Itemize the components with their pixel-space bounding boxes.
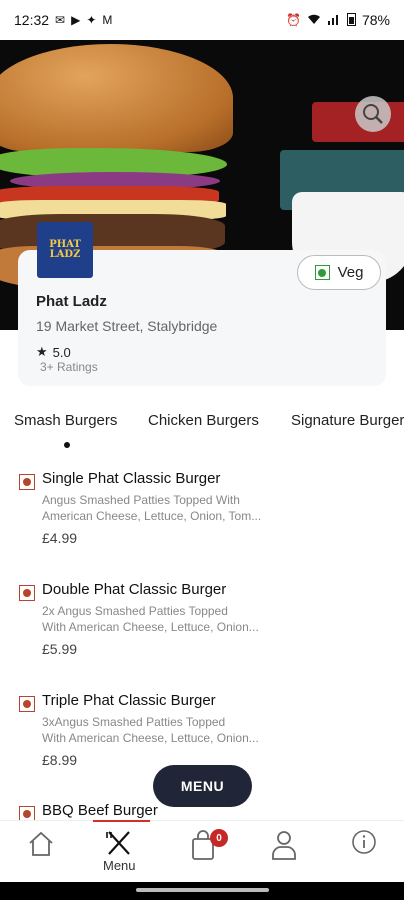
- nav-home[interactable]: [26, 829, 56, 859]
- veg-icon: [314, 265, 330, 280]
- home-gesture-handle[interactable]: [136, 888, 269, 892]
- sms-icon: ✉: [55, 13, 66, 27]
- active-tab-indicator: [64, 442, 70, 448]
- restaurant-name: Phat Ladz: [36, 293, 107, 310]
- tab-smash-burgers[interactable]: Smash Burgers: [14, 412, 117, 429]
- mail-icon: M: [102, 13, 113, 27]
- item-name: Single Phat Classic Burger: [42, 470, 221, 487]
- menu-item[interactable]: Double Phat Classic Burger 2x Angus Smas…: [0, 581, 404, 661]
- veg-toggle-button[interactable]: Veg: [297, 255, 381, 290]
- item-price: £8.99: [42, 752, 78, 768]
- item-description: Angus Smashed Patties Topped With Americ…: [42, 493, 262, 523]
- nonveg-icon: [19, 474, 35, 490]
- nav-menu-label: Menu: [103, 858, 136, 873]
- restaurant-rating: ★ 5.0: [36, 344, 71, 360]
- tab-chicken-burgers[interactable]: Chicken Burgers: [148, 412, 259, 429]
- status-right: ⏰ 78%: [286, 12, 390, 29]
- nav-profile[interactable]: [270, 829, 298, 861]
- item-name: Triple Phat Classic Burger: [42, 692, 216, 709]
- active-nav-indicator: [93, 820, 150, 822]
- app-icon: ✦: [86, 13, 97, 27]
- menu-floating-button[interactable]: MENU: [153, 765, 252, 807]
- star-icon: ★: [36, 344, 48, 359]
- item-description: 2x Angus Smashed Patties Topped With Ame…: [42, 604, 259, 634]
- item-name: Double Phat Classic Burger: [42, 581, 227, 598]
- signal-icon: [327, 13, 341, 28]
- home-icon: [29, 831, 53, 856]
- burger-bun-top: [0, 44, 233, 152]
- item-name: BBQ Beef Burger: [42, 802, 158, 819]
- item-price: £5.99: [42, 641, 78, 657]
- battery-level: 78%: [361, 12, 390, 28]
- alarm-icon: ⏰: [286, 13, 301, 27]
- menu-item[interactable]: Single Phat Classic Burger Angus Smashed…: [0, 470, 404, 550]
- search-button[interactable]: [355, 96, 391, 132]
- search-icon: [363, 104, 383, 124]
- battery-icon: [346, 12, 356, 29]
- veg-label: Veg: [337, 264, 364, 281]
- item-description: 3xAngus Smashed Patties Topped With Amer…: [42, 715, 259, 745]
- restaurant-address: 19 Market Street, Stalybridge: [36, 318, 218, 334]
- restaurant-logo: PHAT LADZ: [37, 222, 93, 278]
- youtube-icon: ▶: [71, 13, 81, 27]
- nonveg-icon: [19, 806, 35, 820]
- nonveg-icon: [19, 585, 35, 601]
- status-bar: 12:32 ✉ ▶ ✦ M ⏰ 78%: [0, 0, 404, 40]
- item-price: £4.99: [42, 530, 78, 546]
- bottom-navigation: Menu: [0, 820, 404, 883]
- cart-badge: 0: [210, 829, 228, 847]
- nav-info[interactable]: [351, 829, 377, 855]
- nonveg-icon: [19, 696, 35, 712]
- status-left: 12:32 ✉ ▶ ✦ M: [14, 12, 112, 28]
- rating-count: 3+ Ratings: [40, 360, 98, 374]
- rating-value: 5.0: [52, 344, 71, 360]
- person-icon: [272, 831, 296, 860]
- clock: 12:32: [14, 12, 50, 28]
- tab-signature-burgers[interactable]: Signature Burgers: [291, 412, 404, 429]
- category-tabs: Smash Burgers Chicken Burgers Signature …: [0, 404, 404, 454]
- fork-knife-icon: [106, 831, 131, 855]
- nav-menu[interactable]: Menu: [103, 829, 136, 873]
- info-icon: [352, 830, 376, 854]
- menu-item[interactable]: Triple Phat Classic Burger 3xAngus Smash…: [0, 692, 404, 772]
- wifi-icon: [307, 13, 321, 28]
